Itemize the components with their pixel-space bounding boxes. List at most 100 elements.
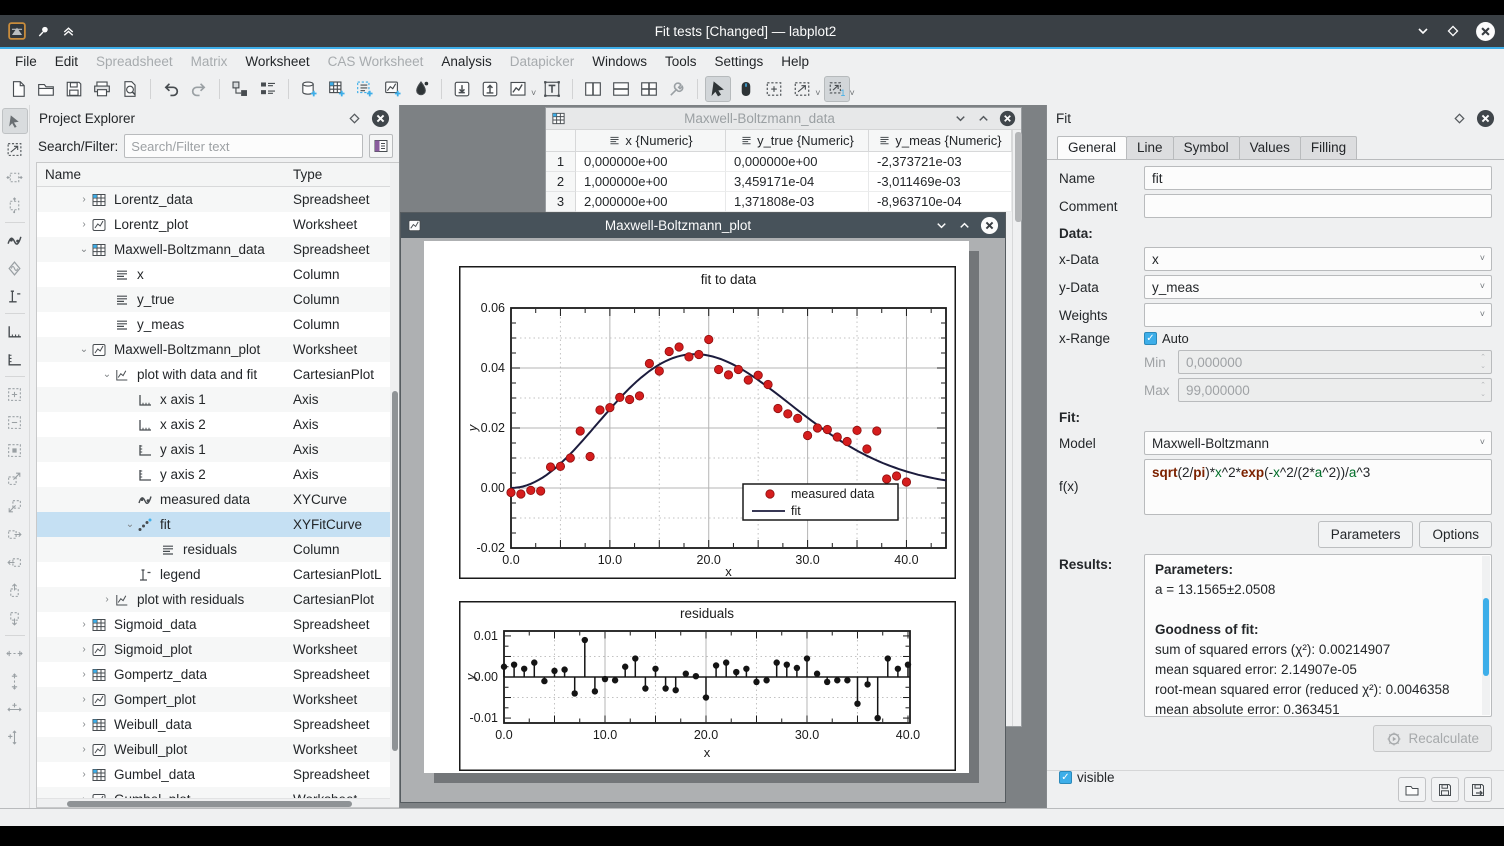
toggle-properties-explorer-button[interactable] xyxy=(255,76,281,102)
tree-row-gumbel_plot[interactable]: ›Gumbel_plotWorksheet xyxy=(37,787,399,798)
zoom-presenter-button[interactable]: 1 xyxy=(824,76,850,102)
tree-expander-icon[interactable]: › xyxy=(77,694,91,705)
minimize-icon[interactable] xyxy=(1415,23,1431,39)
window-maximize-icon[interactable] xyxy=(976,111,991,126)
tree-row-fit[interactable]: ⌄fitXYFitCurve xyxy=(37,512,399,537)
comment-input[interactable] xyxy=(1144,194,1492,218)
window-close-icon[interactable] xyxy=(980,216,999,235)
new-plot-button[interactable] xyxy=(505,76,531,102)
tree-row-gompertz_data[interactable]: ›Gompertz_dataSpreadsheet xyxy=(37,662,399,687)
tree-row-sigmoid_data[interactable]: ›Sigmoid_dataSpreadsheet xyxy=(37,612,399,637)
spreadsheet-cell[interactable]: 0,000000e+00 xyxy=(576,152,726,172)
y-data-combobox[interactable]: y_meas˅ xyxy=(1144,275,1492,299)
tree-expander-icon[interactable]: ⌄ xyxy=(77,244,91,255)
tree-row-plot-with-data-and-fit[interactable]: ⌄plot with data and fitCartesianPlot xyxy=(37,362,399,387)
weights-combobox[interactable]: ˅ xyxy=(1144,303,1492,327)
box-arrow-w-tool-button[interactable] xyxy=(2,549,28,575)
box-arrow-e-tool-button[interactable] xyxy=(2,521,28,547)
window-maximize-icon[interactable] xyxy=(957,218,972,233)
box-arrow-sw-tool-button[interactable] xyxy=(2,493,28,519)
name-input[interactable]: fit xyxy=(1144,166,1492,190)
menu-edit[interactable]: Edit xyxy=(46,52,87,71)
chevrons-up-icon[interactable] xyxy=(61,24,76,39)
tree-expander-icon[interactable]: › xyxy=(77,644,91,655)
spreadsheet-column-header[interactable]: y_meas {Numeric} xyxy=(869,130,1012,151)
new-spreadsheet-button[interactable] xyxy=(324,76,350,102)
zoom-box-c-tool-button[interactable] xyxy=(2,437,28,463)
box-arrow-s-tool-button[interactable] xyxy=(2,605,28,631)
row-number[interactable]: 1 xyxy=(546,152,576,172)
toggle-project-explorer-button[interactable] xyxy=(227,76,253,102)
model-combobox[interactable]: Maxwell-Boltzmann˅ xyxy=(1144,431,1492,455)
save-button[interactable] xyxy=(61,76,87,102)
new-workbook-button[interactable] xyxy=(296,76,322,102)
dropdown-caret-icon[interactable]: ˅ xyxy=(815,88,820,98)
fit-results-box[interactable]: Parameters:a = 13.1565±2.0508 Goodness o… xyxy=(1144,554,1492,717)
close-panel-icon[interactable] xyxy=(371,109,390,128)
save-default-button[interactable] xyxy=(1464,777,1492,802)
text-label-button[interactable] xyxy=(539,76,565,102)
spreadsheet-cell[interactable]: -3,011469e-03 xyxy=(869,172,1012,192)
spreadsheet-cell[interactable]: 3,459171e-04 xyxy=(726,172,869,192)
zoom-y-tool-button[interactable] xyxy=(2,724,28,750)
close-panel-icon[interactable] xyxy=(1476,109,1495,128)
close-icon[interactable] xyxy=(1475,21,1496,42)
shift-x-tool-button[interactable] xyxy=(2,640,28,666)
new-document-button[interactable] xyxy=(5,76,31,102)
scrollbar-thumb[interactable] xyxy=(67,801,352,807)
tree-column-type[interactable]: Type xyxy=(293,167,399,182)
print-preview-button[interactable] xyxy=(117,76,143,102)
min-input[interactable]: 0,000000⌃⌄ xyxy=(1178,350,1492,374)
tree-row-maxwell-boltzmann_plot[interactable]: ⌄Maxwell-Boltzmann_plotWorksheet xyxy=(37,337,399,362)
tree-expander-icon[interactable]: › xyxy=(77,619,91,630)
tree-row-x-axis-1[interactable]: x axis 1Axis xyxy=(37,387,399,412)
worksheet-view[interactable]: fit to data0.010.020.030.040.0-0.020.000… xyxy=(401,238,1005,802)
spreadsheet-cell[interactable]: 0,000000e+00 xyxy=(726,152,869,172)
new-matrix-button[interactable] xyxy=(352,76,378,102)
search-filter-input[interactable] xyxy=(124,134,363,158)
x-data-combobox[interactable]: x˅ xyxy=(1144,247,1492,271)
menu-file[interactable]: File xyxy=(6,52,46,71)
worksheet-page[interactable]: fit to data0.010.020.030.040.0-0.020.000… xyxy=(424,241,969,773)
filter-options-button[interactable] xyxy=(369,134,393,158)
zoom-box-a-tool-button[interactable] xyxy=(2,381,28,407)
save-template-button[interactable] xyxy=(1431,777,1459,802)
tab-filling[interactable]: Filling xyxy=(1300,136,1357,159)
max-input[interactable]: 99,000000⌃⌄ xyxy=(1178,378,1492,402)
dropdown-caret-icon[interactable]: ˅ xyxy=(850,88,855,98)
tree-row-y_true[interactable]: y_trueColumn xyxy=(37,287,399,312)
tab-line[interactable]: Line xyxy=(1126,136,1174,159)
maximize-icon[interactable] xyxy=(1445,23,1461,39)
dropdown-caret-icon[interactable]: ˅ xyxy=(531,88,536,98)
tree-header[interactable]: Name Type xyxy=(37,163,399,187)
menu-help[interactable]: Help xyxy=(772,52,818,71)
spreadsheet-column-header[interactable]: y_true {Numeric} xyxy=(726,130,869,151)
box-arrow-ne-tool-button[interactable] xyxy=(2,465,28,491)
tree-row-maxwell-boltzmann_data[interactable]: ⌄Maxwell-Boltzmann_dataSpreadsheet xyxy=(37,237,399,262)
select-region-tool-button[interactable] xyxy=(2,136,28,162)
spreadsheet-cell[interactable]: -8,963710e-04 xyxy=(869,192,1012,212)
new-worksheet-button[interactable] xyxy=(380,76,406,102)
menu-settings[interactable]: Settings xyxy=(706,52,773,71)
tab-general[interactable]: General xyxy=(1057,136,1127,159)
tree-row-legend[interactable]: legendCartesianPlotL xyxy=(37,562,399,587)
window-minimize-icon[interactable] xyxy=(934,218,949,233)
x-axis-tool-button[interactable] xyxy=(2,318,28,344)
box-arrow-n-tool-button[interactable] xyxy=(2,577,28,603)
resize-h-tool-button[interactable] xyxy=(2,164,28,190)
tree-expander-icon[interactable]: › xyxy=(77,719,91,730)
import-button[interactable] xyxy=(449,76,475,102)
tree-expander-icon[interactable]: › xyxy=(77,669,91,680)
split-vertical-button[interactable] xyxy=(580,76,606,102)
resize-v-tool-button[interactable] xyxy=(2,192,28,218)
tree-expander-icon[interactable]: ⌄ xyxy=(100,369,114,380)
tree-horizontal-scrollbar[interactable] xyxy=(37,798,399,807)
select-mode-button[interactable] xyxy=(705,76,731,102)
zoom-select-mode-button[interactable] xyxy=(761,76,787,102)
load-template-button[interactable] xyxy=(1398,777,1426,802)
recalculate-button[interactable]: Recalculate xyxy=(1373,725,1492,752)
scrollbar-thumb[interactable] xyxy=(1483,598,1489,676)
tree-row-weibull_data[interactable]: ›Weibull_dataSpreadsheet xyxy=(37,712,399,737)
zoom-box-b-tool-button[interactable] xyxy=(2,409,28,435)
tree-row-sigmoid_plot[interactable]: ›Sigmoid_plotWorksheet xyxy=(37,637,399,662)
